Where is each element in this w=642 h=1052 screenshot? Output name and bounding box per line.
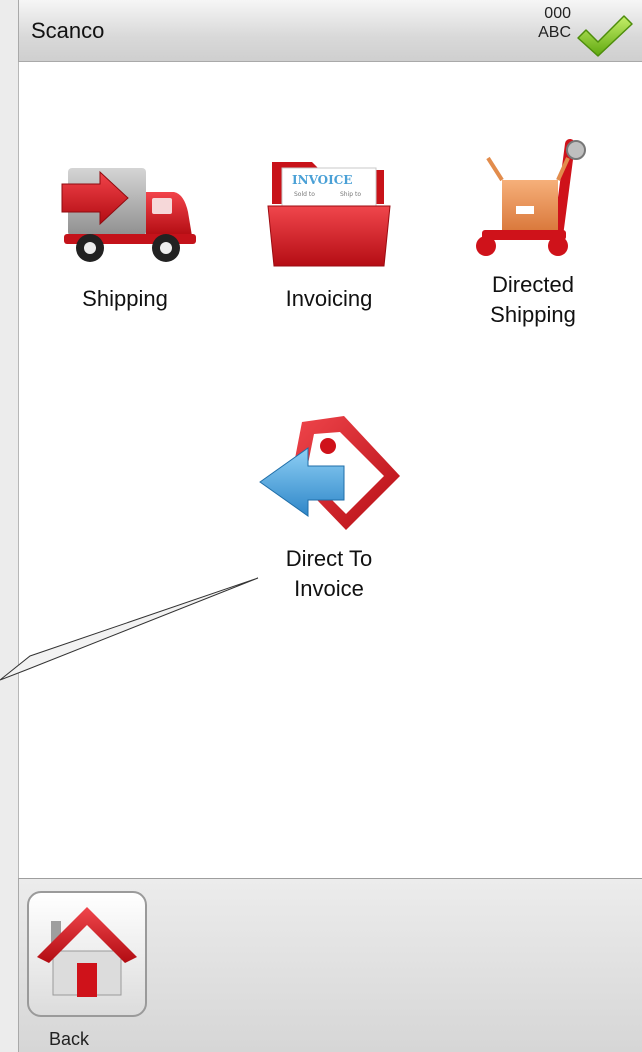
tag-with-arrow-icon — [259, 416, 400, 530]
menu-label-invoicing: Invoicing — [285, 286, 373, 311]
callout-pointer — [0, 577, 259, 681]
invoice-folder-icon: INVOICE Sold to Ship to — [267, 162, 391, 267]
cart-with-box-icon — [476, 139, 586, 256]
truck-icon — [61, 168, 196, 262]
checkmark-icon[interactable] — [574, 12, 634, 60]
code-indicator: 000 ABC — [521, 4, 571, 42]
invoice-doc-title: INVOICE — [292, 173, 352, 187]
code-number: 000 — [544, 5, 571, 22]
header-bar: Scanco 000 ABC — [18, 0, 642, 62]
svg-text:Sold to: Sold to — [294, 191, 315, 198]
back-label: Back — [49, 1029, 90, 1049]
footer-bar: Back — [18, 878, 642, 1052]
back-button[interactable] — [27, 891, 147, 1017]
home-icon — [37, 907, 137, 997]
menu-label-shipping: Shipping — [82, 286, 168, 311]
menu-label-directed-shipping: Directed Shipping — [490, 272, 576, 327]
menu-item-directed-shipping[interactable]: Directed Shipping — [438, 136, 628, 330]
menu-item-shipping[interactable]: Shipping — [30, 154, 220, 314]
svg-text:Ship to: Ship to — [340, 191, 361, 198]
code-letters: ABC — [538, 24, 571, 41]
menu-item-invoicing[interactable]: INVOICE Sold to Ship to Invoicing — [234, 154, 424, 314]
app-title: Scanco — [31, 18, 105, 43]
menu-area: Shipping INVOICE Sold to Ship to Invoici… — [18, 62, 642, 878]
